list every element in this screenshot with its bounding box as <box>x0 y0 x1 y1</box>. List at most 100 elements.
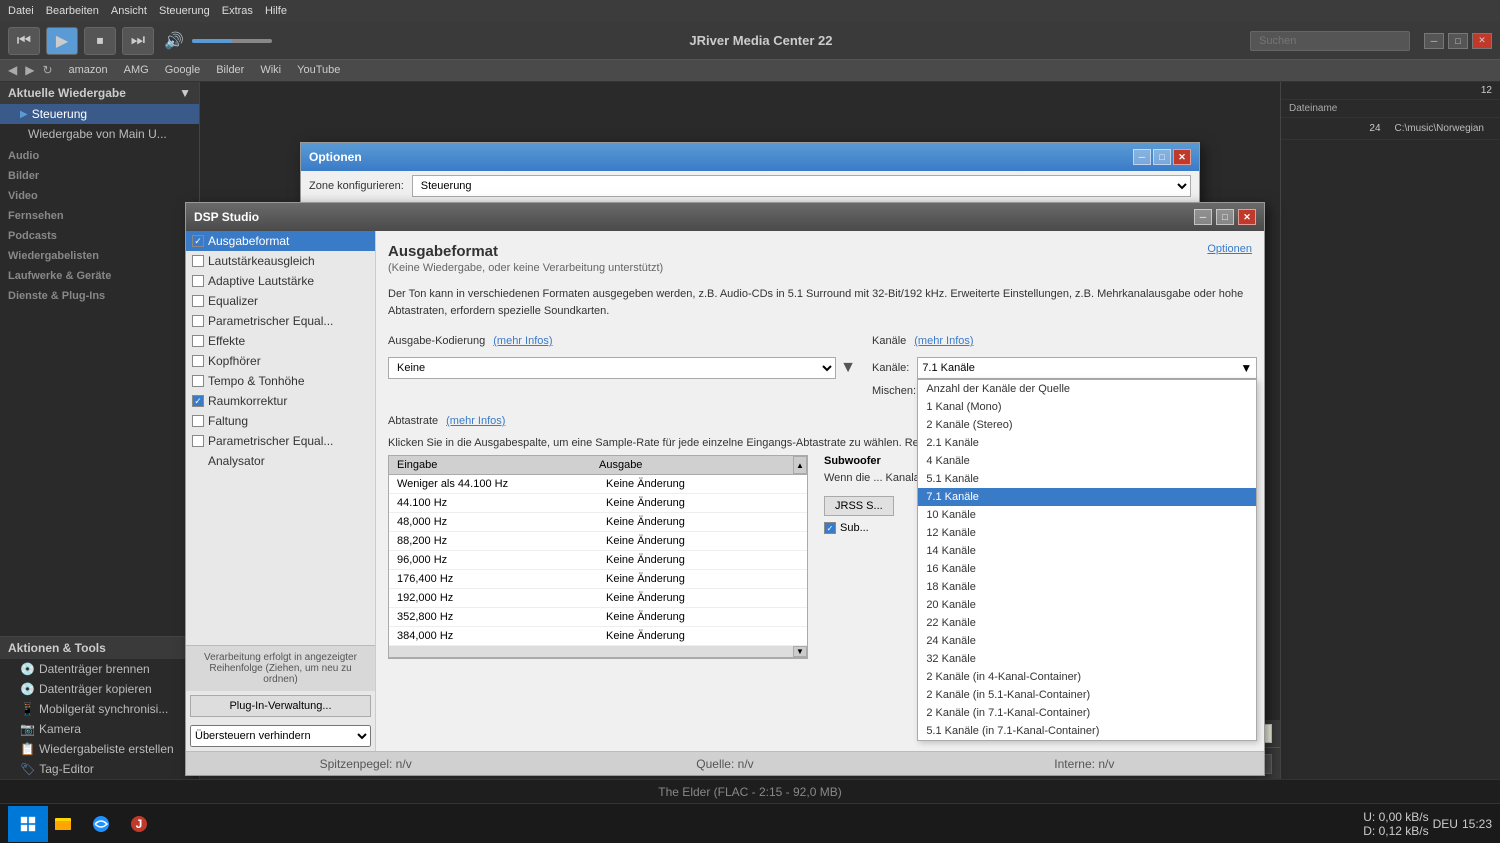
sidebar-cat-dienste[interactable]: Dienste & Plug-Ins <box>0 284 199 304</box>
kanaele-link[interactable]: (mehr Infos) <box>914 335 973 347</box>
ausgabe-7[interactable]: Keine Änderung <box>598 608 807 626</box>
dsp-cb-equalizer[interactable] <box>192 295 204 307</box>
nav-link-amazon[interactable]: amazon <box>69 64 108 76</box>
dropdown-item-9[interactable]: 14 Kanäle <box>918 542 1256 560</box>
start-button[interactable] <box>8 806 48 842</box>
menu-bearbeiten[interactable]: Bearbeiten <box>46 5 99 17</box>
eingabe-3[interactable]: 88,200 Hz <box>389 532 598 550</box>
menu-steuerung[interactable]: Steuerung <box>159 5 210 17</box>
dsp-maximize[interactable]: □ <box>1216 209 1234 225</box>
ausgabe-1[interactable]: Keine Änderung <box>598 494 807 512</box>
dsp-cb-lautstaerke[interactable] <box>192 255 204 267</box>
order-select[interactable]: Übersteuern verhindern <box>190 725 371 747</box>
search-input[interactable] <box>1250 31 1410 51</box>
dsp-item-param2[interactable]: Parametrischer Equal... <box>186 431 375 451</box>
sidebar-cat-audio[interactable]: Audio <box>0 144 199 164</box>
ausgabe-3[interactable]: Keine Änderung <box>598 532 807 550</box>
dsp-item-analysator[interactable]: Analysator <box>186 451 375 471</box>
nav-link-youtube[interactable]: YouTube <box>297 64 340 76</box>
dropdown-item-15[interactable]: 32 Kanäle <box>918 650 1256 668</box>
dsp-minimize[interactable]: ─ <box>1194 209 1212 225</box>
options-maximize[interactable]: □ <box>1153 149 1171 165</box>
dropdown-item-5[interactable]: 5.1 Kanäle <box>918 470 1256 488</box>
kodierung-dropdown-arrow[interactable]: ▼ <box>840 359 856 377</box>
dsp-cb-param1[interactable] <box>192 315 204 327</box>
close-button[interactable]: ✕ <box>1472 33 1492 49</box>
dsp-cb-ausgabeformat[interactable]: ✓ <box>192 235 204 247</box>
sidebar-item-wiedergabe[interactable]: Wiedergabe von Main U... <box>0 124 199 144</box>
sidebar-cat-podcasts[interactable]: Podcasts <box>0 224 199 244</box>
table-scroll-up[interactable]: ▲ <box>793 456 807 474</box>
dsp-cb-adaptive[interactable] <box>192 275 204 287</box>
taskbar-ie[interactable] <box>86 809 116 839</box>
jrss-button[interactable]: JRSS S... <box>824 496 894 516</box>
plugin-verwaltung-button[interactable]: Plug-In-Verwaltung... <box>190 695 371 717</box>
dsp-close[interactable]: ✕ <box>1238 209 1256 225</box>
next-button[interactable]: ⏭ <box>122 27 154 55</box>
eingabe-7[interactable]: 352,800 Hz <box>389 608 598 626</box>
ausgabe-5[interactable]: Keine Änderung <box>598 570 807 588</box>
dsp-cb-param2[interactable] <box>192 435 204 447</box>
sidebar-cat-fernsehen[interactable]: Fernsehen <box>0 204 199 224</box>
dsp-item-faltung[interactable]: Faltung <box>186 411 375 431</box>
taskbar-explorer[interactable] <box>48 809 78 839</box>
dsp-item-equalizer[interactable]: Equalizer <box>186 291 375 311</box>
eingabe-0[interactable]: Weniger als 44.100 Hz <box>389 475 598 493</box>
sidebar-cat-laufwerke[interactable]: Laufwerke & Geräte <box>0 264 199 284</box>
sidebar-cat-wiedergabelisten[interactable]: Wiedergabelisten <box>0 244 199 264</box>
maximize-button[interactable]: □ <box>1448 33 1468 49</box>
ausgabe-6[interactable]: Keine Änderung <box>598 589 807 607</box>
sidebar-cat-video[interactable]: Video <box>0 184 199 204</box>
eingabe-8[interactable]: 384,000 Hz <box>389 627 598 645</box>
sidebar-action-liste[interactable]: 📋Wiedergabeliste erstellen <box>0 739 199 759</box>
dropdown-item-12[interactable]: 20 Kanäle <box>918 596 1256 614</box>
dropdown-item-8[interactable]: 12 Kanäle <box>918 524 1256 542</box>
dropdown-item-0[interactable]: Anzahl der Kanäle der Quelle <box>918 380 1256 398</box>
dropdown-item-4[interactable]: 4 Kanäle <box>918 452 1256 470</box>
dropdown-item-17[interactable]: 2 Kanäle (in 5.1-Kanal-Container) <box>918 686 1256 704</box>
sidebar-action-brennen[interactable]: 💿Datenträger brennen <box>0 659 199 679</box>
play-button[interactable]: ▶ <box>46 27 78 55</box>
zone-select[interactable]: Steuerung <box>412 175 1191 197</box>
table-scroll-down[interactable]: ▼ <box>793 646 807 657</box>
sidebar-action-kamera[interactable]: 📷Kamera <box>0 719 199 739</box>
dropdown-item-7[interactable]: 10 Kanäle <box>918 506 1256 524</box>
nav-fwd[interactable]: ▶ <box>25 63 34 77</box>
abtastrate-link[interactable]: (mehr Infos) <box>446 415 505 427</box>
dropdown-item-3[interactable]: 2.1 Kanäle <box>918 434 1256 452</box>
dsp-item-tempo[interactable]: Tempo & Tonhöhe <box>186 371 375 391</box>
options-close[interactable]: ✕ <box>1173 149 1191 165</box>
eingabe-2[interactable]: 48,000 Hz <box>389 513 598 531</box>
sidebar-action-mobilgerät[interactable]: 📱Mobilgerät synchronisi... <box>0 699 199 719</box>
dropdown-item-1[interactable]: 1 Kanal (Mono) <box>918 398 1256 416</box>
dsp-item-kopfhoerer[interactable]: Kopfhörer <box>186 351 375 371</box>
ausgabe-0[interactable]: Keine Änderung <box>598 475 807 493</box>
minimize-button[interactable]: ─ <box>1424 33 1444 49</box>
dsp-item-ausgabeformat[interactable]: ✓ Ausgabeformat <box>186 231 375 251</box>
dsp-item-adaptive[interactable]: Adaptive Lautstärke <box>186 271 375 291</box>
prev-button[interactable]: ⏮ <box>8 27 40 55</box>
dsp-item-effekte[interactable]: Effekte <box>186 331 375 351</box>
menu-ansicht[interactable]: Ansicht <box>111 5 147 17</box>
dropdown-item-6[interactable]: 7.1 Kanäle <box>918 488 1256 506</box>
dsp-item-param1[interactable]: Parametrischer Equal... <box>186 311 375 331</box>
nav-back[interactable]: ◀ <box>8 63 17 77</box>
taskbar-jriver[interactable]: J <box>124 809 154 839</box>
ausgabe-8[interactable]: Keine Änderung <box>598 627 807 645</box>
dsp-cb-effekte[interactable] <box>192 335 204 347</box>
dsp-cb-tempo[interactable] <box>192 375 204 387</box>
dropdown-item-16[interactable]: 2 Kanäle (in 4-Kanal-Container) <box>918 668 1256 686</box>
kodierung-select[interactable]: Keine <box>388 357 836 379</box>
dropdown-item-19[interactable]: 5.1 Kanäle (in 7.1-Kanal-Container) <box>918 722 1256 740</box>
menu-datei[interactable]: Datei <box>8 5 34 17</box>
eingabe-6[interactable]: 192,000 Hz <box>389 589 598 607</box>
sidebar-item-steuerung[interactable]: ▶ Steuerung <box>0 104 199 124</box>
dropdown-item-13[interactable]: 22 Kanäle <box>918 614 1256 632</box>
dsp-options-link[interactable]: Optionen <box>1207 243 1252 255</box>
nav-link-amg[interactable]: AMG <box>124 64 149 76</box>
ausgabe-4[interactable]: Keine Änderung <box>598 551 807 569</box>
kanaele-dropdown-button[interactable]: 7.1 Kanäle ▼ <box>917 357 1257 379</box>
volume-slider[interactable] <box>192 39 272 43</box>
menu-hilfe[interactable]: Hilfe <box>265 5 287 17</box>
dsp-cb-faltung[interactable] <box>192 415 204 427</box>
